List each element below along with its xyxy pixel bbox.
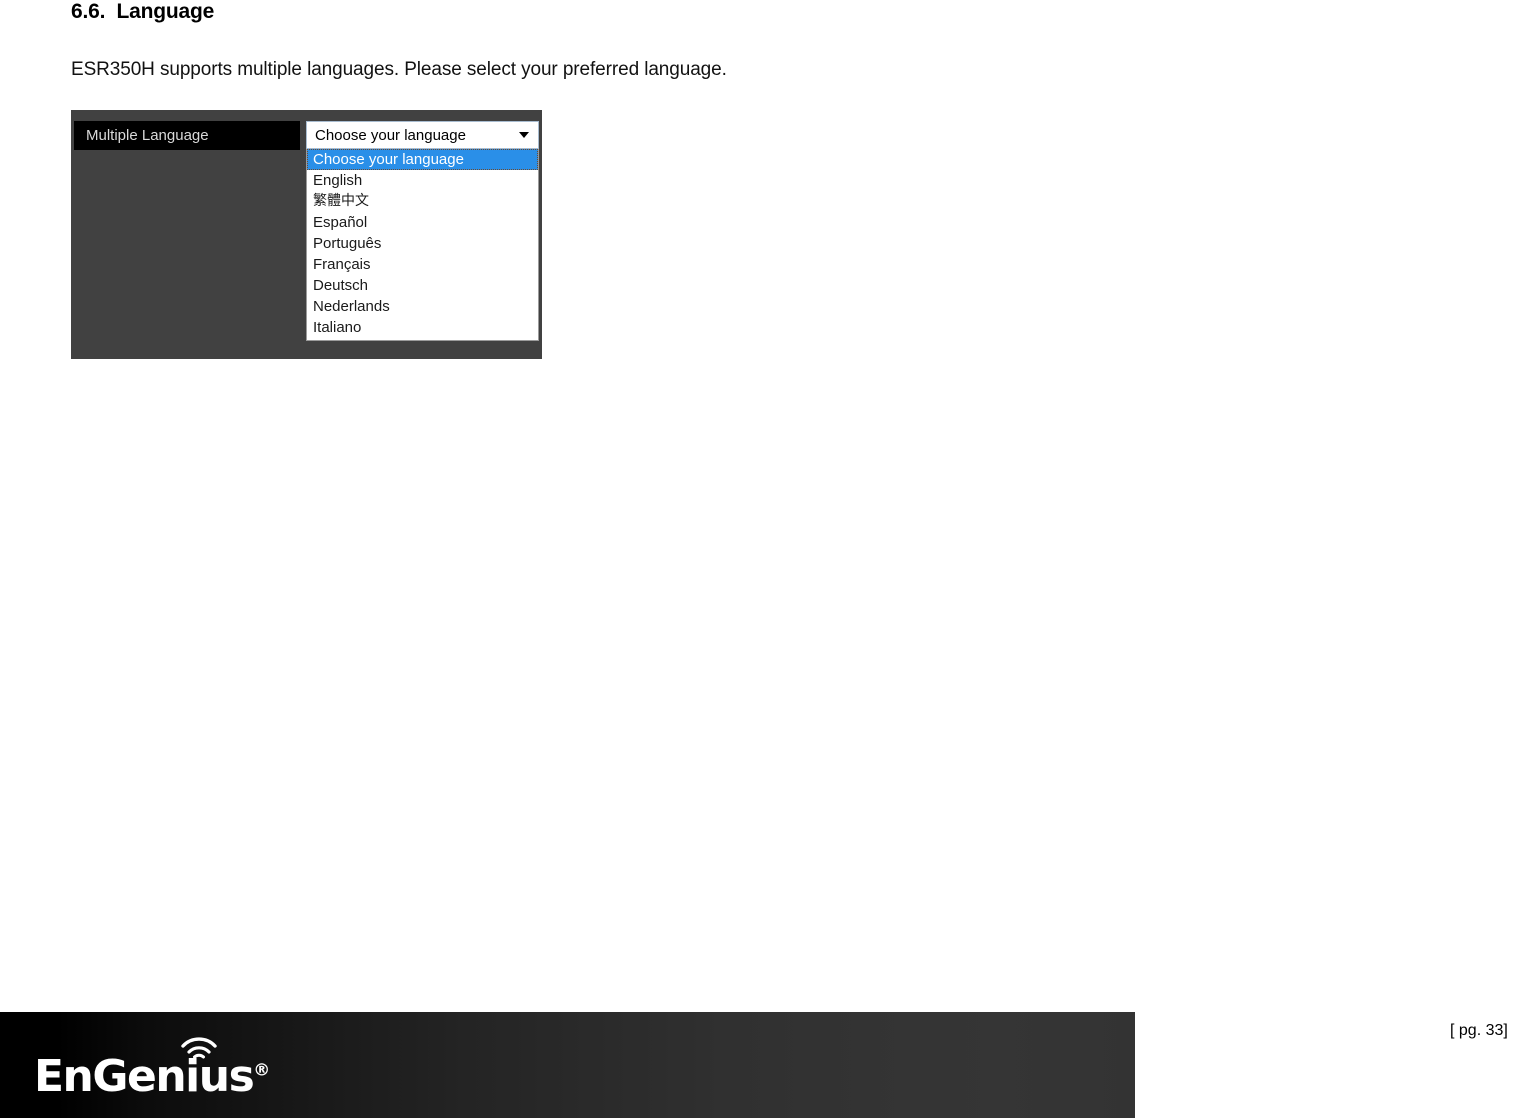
language-option[interactable]: Nederlands — [307, 296, 538, 317]
language-option[interactable]: Français — [307, 254, 538, 275]
language-option[interactable]: 繁體中文 — [307, 191, 538, 212]
language-option[interactable]: Español — [307, 212, 538, 233]
language-option[interactable]: Italiano — [307, 317, 538, 338]
language-settings-figure: Multiple Language Choose your language C… — [71, 110, 542, 359]
chevron-down-icon[interactable] — [519, 132, 529, 138]
language-select-wrapper[interactable]: Choose your language Choose your languag… — [306, 121, 539, 341]
language-select-value: Choose your language — [315, 126, 466, 144]
language-option[interactable]: Deutsch — [307, 275, 538, 296]
setting-label-box: Multiple Language — [74, 121, 300, 150]
body-paragraph: ESR350H supports multiple languages. Ple… — [71, 59, 727, 80]
setting-label-text: Multiple Language — [86, 127, 209, 144]
language-option[interactable]: English — [307, 170, 538, 191]
language-option[interactable]: Português — [307, 233, 538, 254]
language-option[interactable]: Choose your language — [307, 149, 538, 170]
wifi-signal-icon — [181, 1037, 217, 1059]
page-title: 6.6. Language — [71, 0, 215, 23]
language-select[interactable]: Choose your language — [306, 121, 539, 149]
registered-trademark-symbol: ® — [253, 1060, 271, 1081]
engenius-logo-text: EnGenius® — [34, 1037, 271, 1099]
brand-name: EnGenius — [34, 1051, 255, 1102]
engenius-logo: EnGenius® — [34, 1037, 271, 1099]
page-number: [ pg. 33] — [1450, 1022, 1508, 1039]
language-option-list[interactable]: Choose your language English 繁體中文 Español Po… — [306, 149, 539, 341]
